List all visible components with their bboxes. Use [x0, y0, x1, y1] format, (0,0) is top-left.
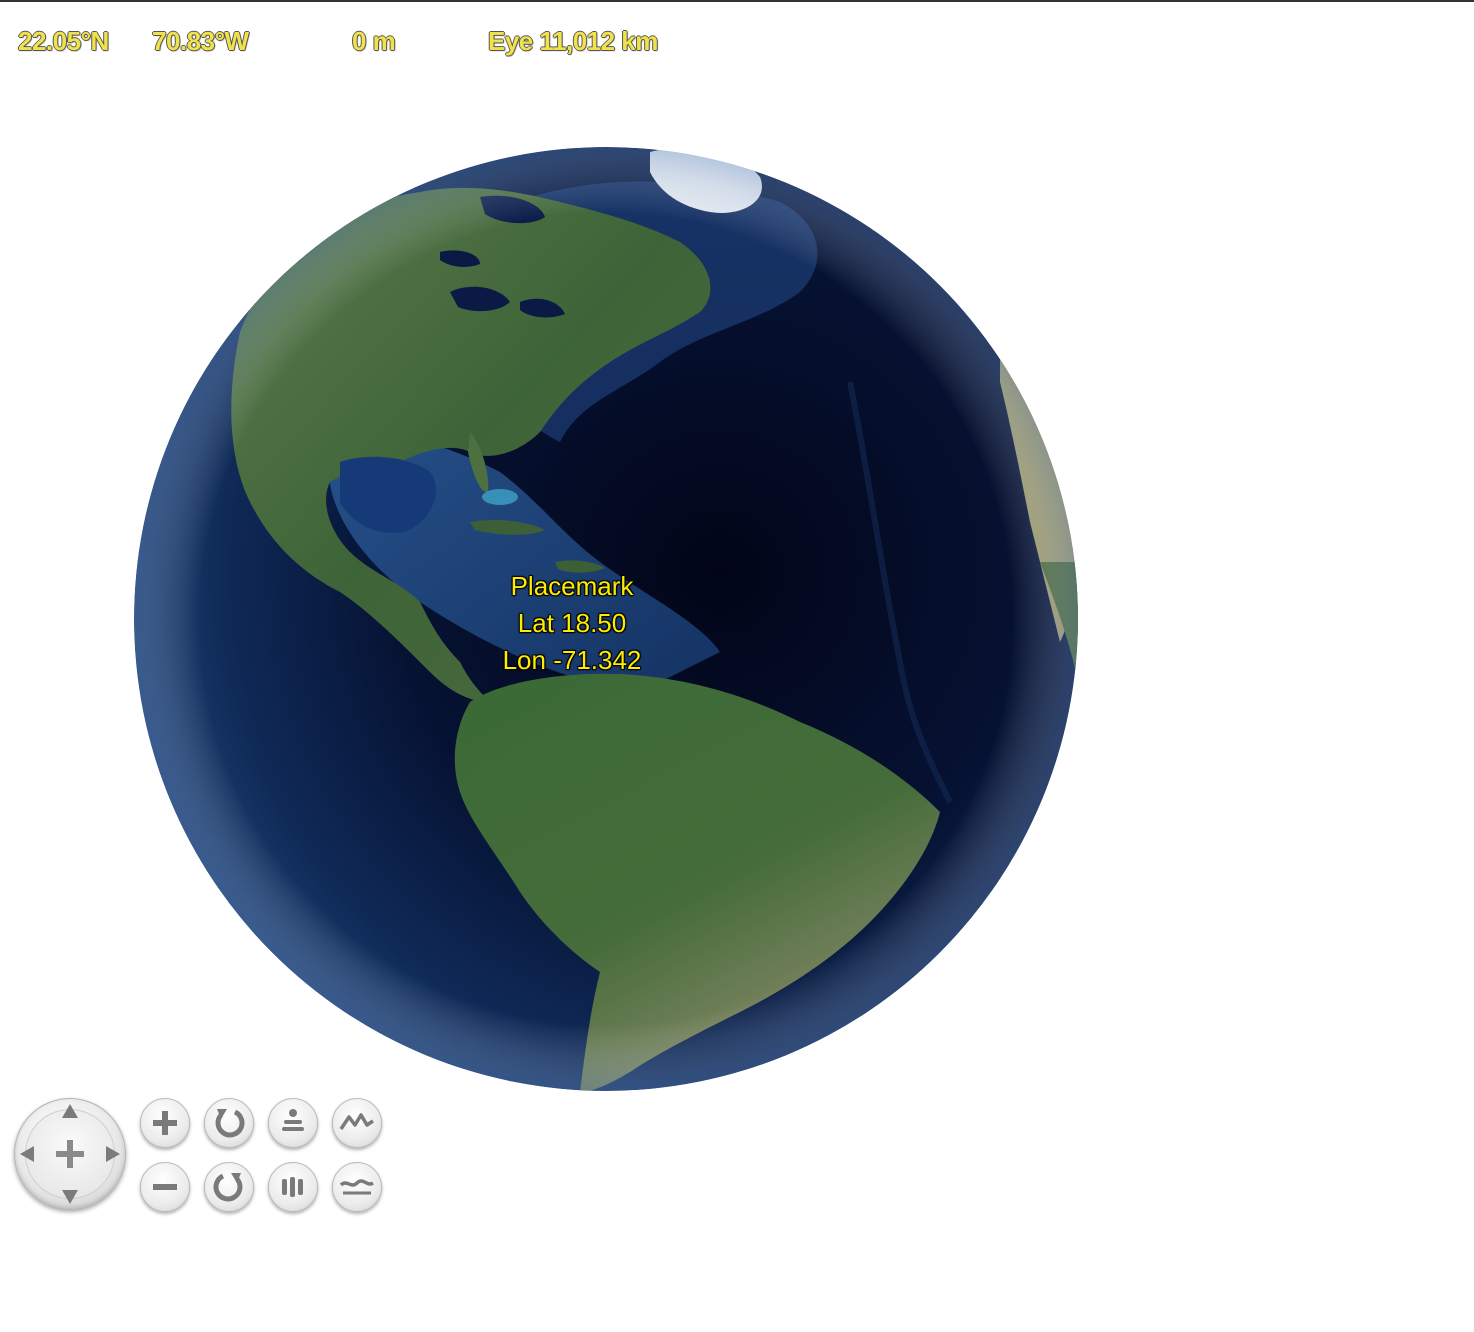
placemark-longitude: Lon -71.342 — [502, 645, 642, 675]
rotate-right-button[interactable] — [204, 1162, 254, 1212]
zoom-out-button[interactable] — [140, 1162, 190, 1212]
exaggeration-down-button[interactable] — [332, 1162, 382, 1212]
plus-icon — [153, 1111, 177, 1135]
rotate-left-button[interactable] — [204, 1098, 254, 1148]
vertical-exaggeration-down-icon — [339, 1179, 374, 1195]
placemark-label[interactable]: Placemark Lat 18.50 Lon -71.342 — [472, 568, 672, 679]
world-window[interactable]: 22.05°N 70.83°W 0 m Eye 11,012 km Placem… — [0, 0, 1474, 1332]
zoom-in-button[interactable] — [140, 1098, 190, 1148]
pan-compass-icon[interactable] — [14, 1098, 126, 1210]
placemark-name: Placemark — [510, 571, 634, 601]
tilt-down-icon — [282, 1177, 303, 1197]
rotate-left-icon — [215, 1109, 245, 1138]
tilt-down-button[interactable] — [268, 1162, 318, 1212]
pan-arrows-icon — [20, 1104, 120, 1204]
vertical-exaggeration-up-icon — [339, 1113, 374, 1130]
rotate-right-icon — [213, 1173, 243, 1202]
exaggeration-up-button[interactable] — [332, 1098, 382, 1148]
tilt-up-icon — [282, 1109, 304, 1131]
placemark-latitude: Lat 18.50 — [517, 608, 627, 638]
minus-icon — [153, 1184, 177, 1190]
tilt-up-button[interactable] — [268, 1098, 318, 1148]
